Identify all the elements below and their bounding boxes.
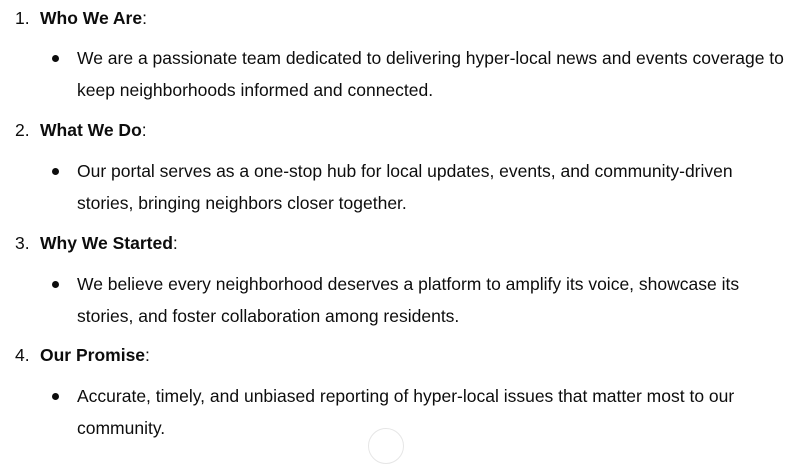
scroll-down-button[interactable] [368,428,404,464]
section-heading-who-we-are: 1. Who We Are: [15,6,147,30]
section-title: Who We Are [40,8,143,28]
section-bullet-text: We believe every neighborhood deserves a… [77,268,800,332]
about-us-list: 1. Who We Are: We are a passionate team d… [0,0,800,464]
section-bullet-text: Our portal serves as a one-stop hub for … [77,155,800,219]
bullet-line: stories, bringing neighbors closer toget… [77,193,407,213]
bullet-icon [52,281,59,288]
heading-colon: : [172,233,178,253]
section-title: Why We Started [40,233,173,253]
bullet-icon [52,168,59,175]
heading-colon: : [145,345,150,365]
bullet-line: We are a passionate team dedicated to de… [77,48,784,68]
bullet-line: keep neighborhoods informed and connecte… [77,80,434,100]
bullet-icon [52,393,59,400]
list-number: 4. [15,345,30,365]
heading-colon: : [141,120,147,140]
list-number: 1. [15,8,30,28]
section-bullet-text: Accurate, timely, and unbiased reporting… [77,380,800,444]
bullet-line: community. [77,418,166,438]
bullet-line: stories, and foster collaboration among … [77,306,460,326]
bullet-icon [52,55,59,62]
section-title: Our Promise [40,345,146,365]
bullet-line: Accurate, timely, and unbiased reporting… [77,386,735,406]
section-heading-what-we-do: 2. What We Do: [15,118,147,142]
list-number: 2. [15,120,30,140]
section-heading-our-promise: 4. Our Promise: [15,343,150,367]
bullet-line: Our portal serves as a one-stop hub for … [77,161,733,181]
section-title: What We Do [40,120,142,140]
heading-colon: : [142,8,147,28]
list-number: 3. [15,233,30,253]
bullet-line: We believe every neighborhood deserves a… [77,274,740,294]
section-bullet-text: We are a passionate team dedicated to de… [77,42,800,106]
section-heading-why-we-started: 3. Why We Started: [15,231,178,255]
